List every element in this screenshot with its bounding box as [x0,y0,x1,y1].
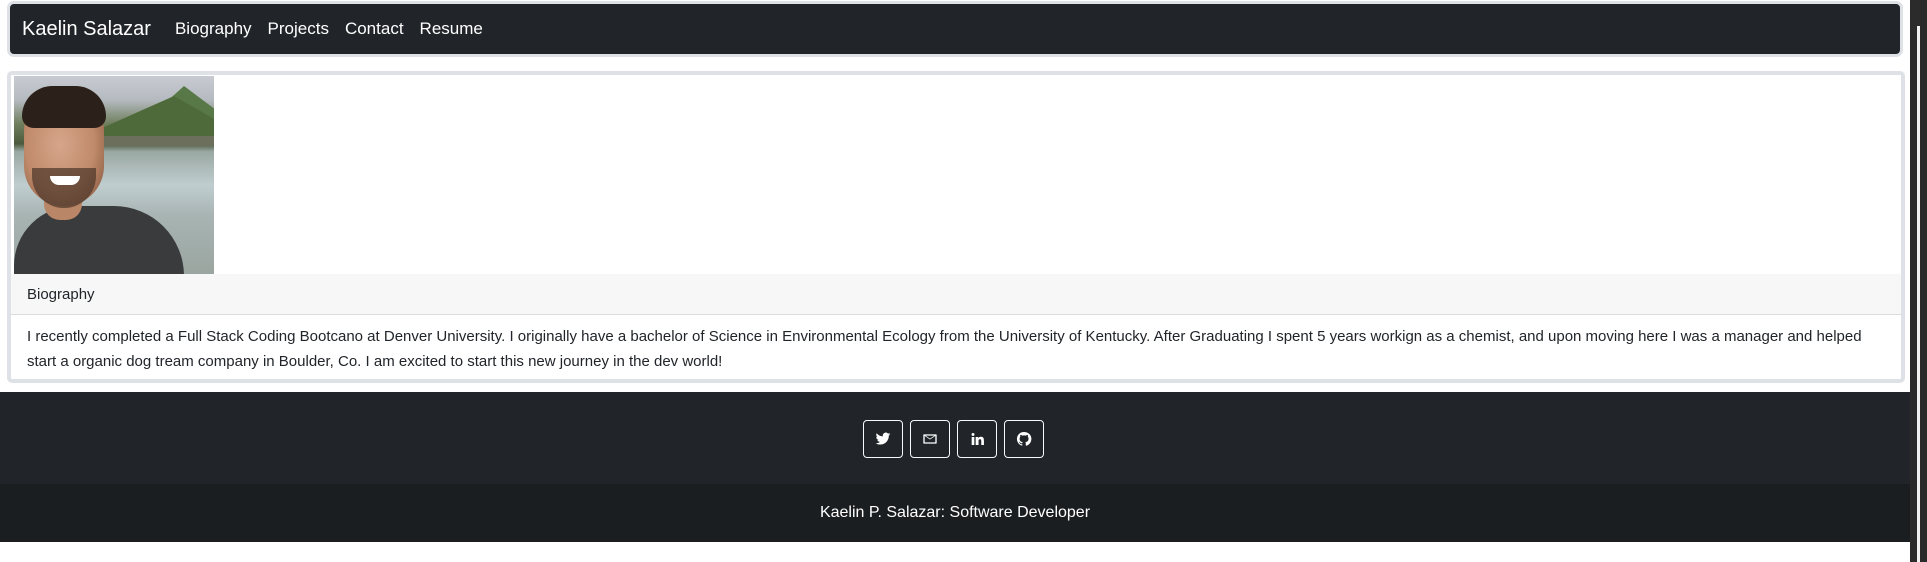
social-links [863,420,1044,458]
brand-link[interactable]: Kaelin Salazar [22,18,151,41]
nav-link-resume[interactable]: Resume [420,19,483,39]
github-icon [1016,431,1032,446]
twitter-button[interactable] [863,420,903,458]
email-button[interactable] [910,420,950,458]
github-button[interactable] [1004,420,1044,458]
profile-photo [14,76,214,275]
copyright-text: Kaelin P. Salazar: Software Developer [0,484,1910,542]
page: Kaelin Salazar Biography Projects Contac… [0,0,1910,562]
scrollbar[interactable] [1910,0,1927,562]
biography-card: Biography I recently completed a Full St… [7,71,1905,383]
card-body-text: I recently completed a Full Stack Coding… [27,328,1862,370]
nav-link-biography[interactable]: Biography [175,19,252,39]
card-header: Biography [11,274,1901,315]
mail-icon [923,434,937,444]
twitter-icon [875,432,891,445]
navbar: Kaelin Salazar Biography Projects Contac… [7,1,1903,57]
footer: Kaelin P. Salazar: Software Developer [0,392,1910,542]
scrollbar-thumb[interactable] [1917,26,1920,562]
nav-link-contact[interactable]: Contact [345,19,404,39]
linkedin-icon [971,433,984,445]
linkedin-button[interactable] [957,420,997,458]
nav-link-projects[interactable]: Projects [268,19,329,39]
